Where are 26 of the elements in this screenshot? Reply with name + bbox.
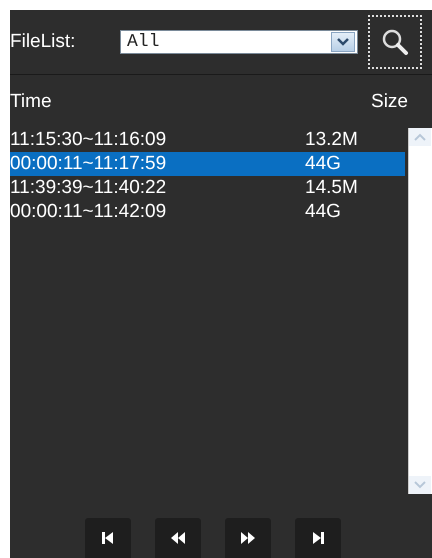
playback-button[interactable] xyxy=(85,518,131,558)
file-row[interactable]: 11:15:30~11:16:09 13.2M xyxy=(10,128,405,152)
filelist-label: FileList: xyxy=(10,31,76,53)
rewind-icon xyxy=(170,530,186,546)
file-row[interactable]: 00:00:11~11:42:09 44G xyxy=(10,200,405,224)
fast-forward-icon xyxy=(240,530,256,546)
time-range-text: 00:00:11~11:17:59 xyxy=(10,153,168,175)
column-header: Time xyxy=(10,91,53,113)
file-row[interactable]: 11:39:39~11:40:22 14.5M xyxy=(10,176,405,200)
playback-button[interactable] xyxy=(225,518,271,558)
time-range-text: 11:39:39~11:40:22 xyxy=(10,177,168,199)
file-size-text: 44G xyxy=(305,153,341,175)
playback-button[interactable] xyxy=(155,518,201,558)
time-range-text: 00:00:11~11:42:09 xyxy=(10,201,168,223)
file-size-text: 13.2M xyxy=(305,129,358,151)
skip-forward-icon xyxy=(310,530,326,546)
file-row[interactable]: 00:00:11~11:17:59 44G xyxy=(10,152,405,176)
file-size-text: 44G xyxy=(305,201,341,223)
search-button[interactable] xyxy=(368,15,422,69)
playback-button[interactable] xyxy=(295,518,341,558)
search-icon xyxy=(380,27,410,57)
skip-back-icon xyxy=(100,530,116,546)
time-range-text: 11:15:30~11:16:09 xyxy=(10,129,168,151)
filelist-dropdown[interactable]: All xyxy=(120,30,358,54)
column-header: Size xyxy=(371,91,408,113)
file-size-text: 14.5M xyxy=(305,177,358,199)
